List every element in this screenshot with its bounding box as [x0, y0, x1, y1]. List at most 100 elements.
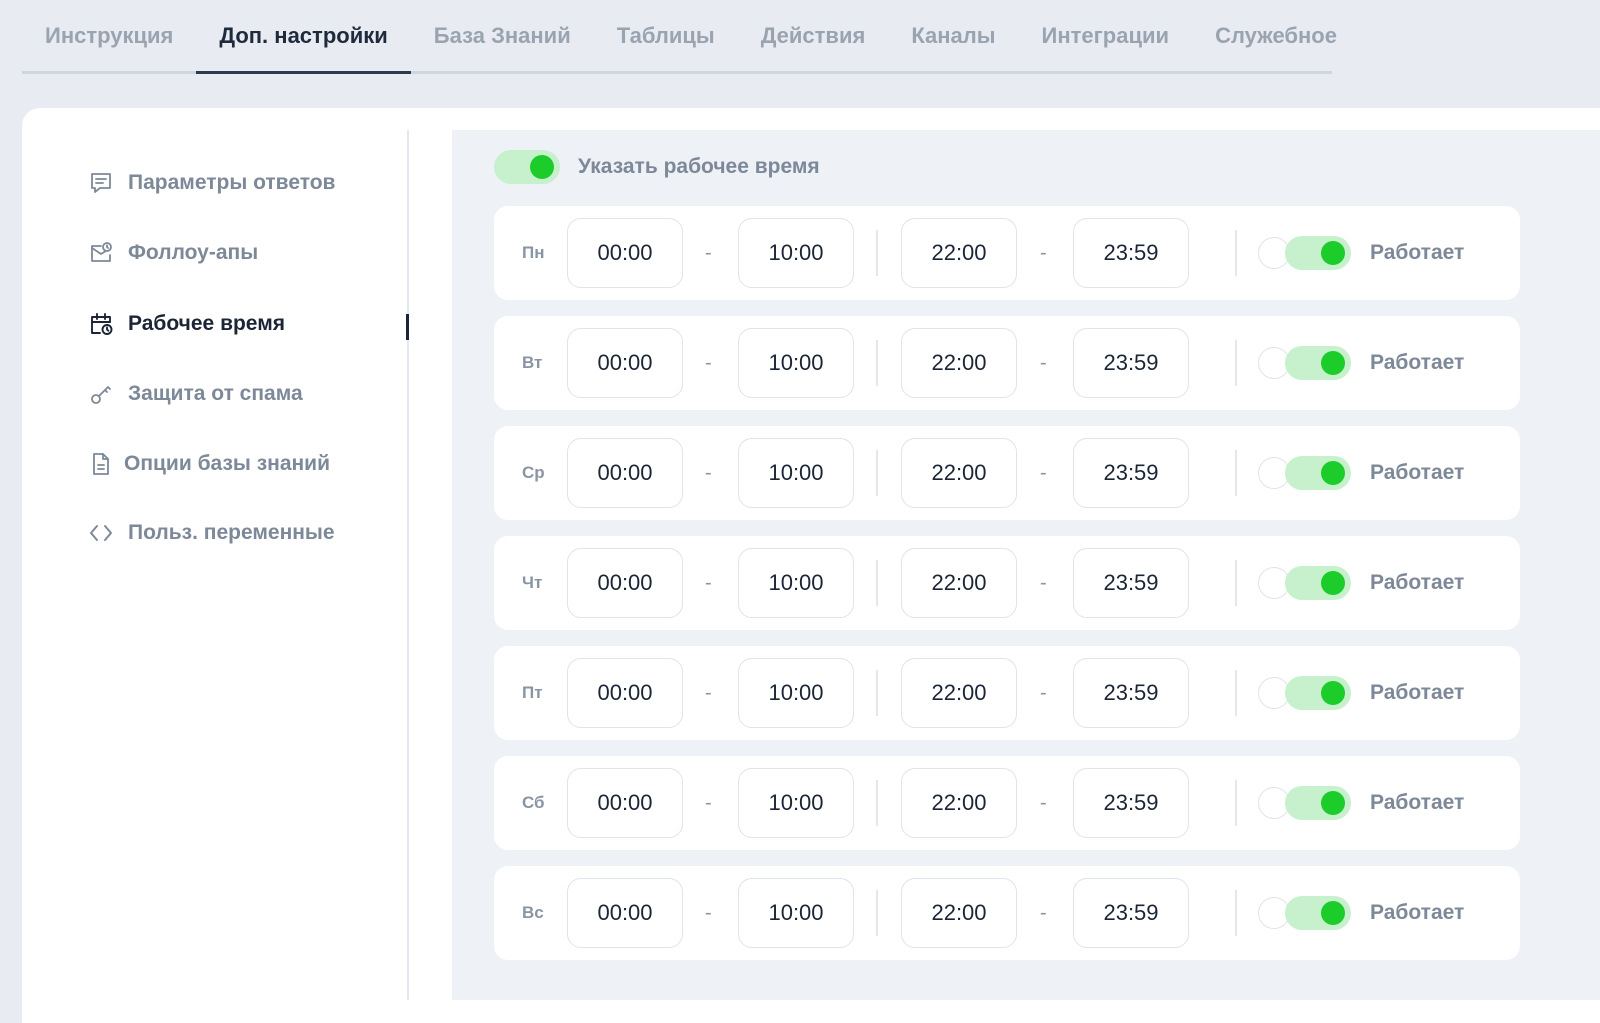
- range1-start-input[interactable]: 00:00: [567, 878, 683, 948]
- range1-end-input[interactable]: 10:00: [738, 218, 854, 288]
- range1-start-input[interactable]: 00:00: [567, 768, 683, 838]
- day-label: Пн: [522, 243, 545, 262]
- range2-end-input[interactable]: 23:59: [1073, 768, 1189, 838]
- day-row: Вс 00:00-10:00 22:00-23:59 Работает: [494, 866, 1520, 960]
- range2-start-input[interactable]: 22:00: [901, 878, 1017, 948]
- range1-end-input[interactable]: 10:00: [738, 878, 854, 948]
- tab-knowledge-base[interactable]: База Знаний: [411, 0, 594, 71]
- range2-end-input[interactable]: 23:59: [1073, 328, 1189, 398]
- working-hours-master-switch[interactable]: [494, 150, 560, 184]
- range2-start-input[interactable]: 22:00: [901, 438, 1017, 508]
- range1-start-input[interactable]: 00:00: [567, 328, 683, 398]
- day-enabled-switch[interactable]: [1285, 346, 1351, 380]
- range-dash: -: [1040, 352, 1047, 374]
- range2-end-input[interactable]: 23:59: [1073, 548, 1189, 618]
- sidebar-item-kb-options[interactable]: Опции базы знаний: [88, 451, 330, 477]
- day-enabled-switch[interactable]: [1285, 786, 1351, 820]
- range2-start-input[interactable]: 22:00: [901, 768, 1017, 838]
- status-divider: [1235, 890, 1237, 936]
- sidebar-item-spam-protection[interactable]: Защита от спама: [88, 381, 303, 407]
- range1-start-input[interactable]: 00:00: [567, 218, 683, 288]
- sidebar-item-follow-ups[interactable]: Фоллоу-апы: [88, 240, 258, 266]
- status-divider: [1235, 780, 1237, 826]
- day-status-label: Работает: [1370, 461, 1465, 484]
- sidebar-item-label: Защита от спама: [128, 382, 303, 405]
- range-divider: [876, 560, 878, 606]
- day-row: Пн 00:00-10:00 22:00-23:59 Работает: [494, 206, 1520, 300]
- day-status-label: Работает: [1370, 681, 1465, 704]
- range2-end-input[interactable]: 23:59: [1073, 218, 1189, 288]
- range-dash: -: [1040, 792, 1047, 814]
- sidebar-item-user-variables[interactable]: Польз. переменные: [88, 520, 335, 546]
- day-row: Чт 00:00-10:00 22:00-23:59 Работает: [494, 536, 1520, 630]
- mail-clock-icon: [91, 242, 112, 262]
- switch-knob: [1321, 571, 1345, 595]
- range-dash: -: [1040, 902, 1047, 924]
- range1-end-input[interactable]: 10:00: [738, 658, 854, 728]
- range-divider: [876, 230, 878, 276]
- tab-tables[interactable]: Таблицы: [594, 0, 738, 71]
- settings-sidebar: Параметры ответов Фоллоу-апы Рабочее вре…: [22, 130, 409, 1000]
- tab-actions[interactable]: Действия: [738, 0, 889, 71]
- key-icon: [91, 386, 111, 404]
- tab-bar: Инструкция Доп. настройки База Знаний Та…: [22, 0, 1337, 74]
- tab-additional-settings[interactable]: Доп. настройки: [196, 0, 412, 74]
- range1-end-input[interactable]: 10:00: [738, 328, 854, 398]
- range2-start-input[interactable]: 22:00: [901, 328, 1017, 398]
- range-dash: -: [1040, 242, 1047, 264]
- day-status-label: Работает: [1370, 791, 1465, 814]
- day-enabled-switch[interactable]: [1285, 456, 1351, 490]
- tab-channels[interactable]: Каналы: [888, 0, 1018, 71]
- message-lines-icon: [91, 173, 111, 193]
- range1-end-input[interactable]: 10:00: [738, 438, 854, 508]
- settings-card: Параметры ответов Фоллоу-апы Рабочее вре…: [22, 108, 1600, 1023]
- sidebar-item-label: Опции базы знаний: [124, 452, 331, 475]
- day-row: Ср 00:00-10:00 22:00-23:59 Работает: [494, 426, 1520, 520]
- switch-knob: [1321, 681, 1345, 705]
- range-divider: [876, 890, 878, 936]
- range2-end-input[interactable]: 23:59: [1073, 878, 1189, 948]
- switch-knob: [1321, 351, 1345, 375]
- day-label: Сб: [522, 793, 545, 812]
- sidebar-item-response-params[interactable]: Параметры ответов: [88, 170, 335, 196]
- code-brackets-icon: [90, 525, 112, 541]
- range2-end-input[interactable]: 23:59: [1073, 658, 1189, 728]
- day-enabled-switch[interactable]: [1285, 566, 1351, 600]
- working-hours-toggle-row: Указать рабочее время: [494, 150, 820, 184]
- sidebar-item-working-hours[interactable]: Рабочее время: [88, 311, 285, 337]
- range2-start-input[interactable]: 22:00: [901, 218, 1017, 288]
- day-enabled-switch[interactable]: [1285, 896, 1351, 930]
- calendar-clock-icon: [91, 313, 113, 335]
- range-dash: -: [705, 682, 712, 704]
- day-enabled-switch[interactable]: [1285, 236, 1351, 270]
- status-divider: [1235, 670, 1237, 716]
- sidebar-item-label: Рабочее время: [128, 312, 285, 335]
- range1-start-input[interactable]: 00:00: [567, 438, 683, 508]
- day-row: Пт 00:00-10:00 22:00-23:59 Работает: [494, 646, 1520, 740]
- status-divider: [1235, 560, 1237, 606]
- range2-end-input[interactable]: 23:59: [1073, 438, 1189, 508]
- tab-integrations[interactable]: Интеграции: [1019, 0, 1193, 71]
- active-item-indicator: [406, 314, 409, 340]
- switch-knob: [1321, 791, 1345, 815]
- range1-end-input[interactable]: 10:00: [738, 548, 854, 618]
- range-divider: [876, 340, 878, 386]
- day-label: Ср: [522, 463, 545, 482]
- range2-start-input[interactable]: 22:00: [901, 548, 1017, 618]
- switch-knob: [1321, 901, 1345, 925]
- sidebar-item-label: Параметры ответов: [128, 171, 336, 194]
- day-enabled-switch[interactable]: [1285, 676, 1351, 710]
- range2-start-input[interactable]: 22:00: [901, 658, 1017, 728]
- range1-start-input[interactable]: 00:00: [567, 548, 683, 618]
- range1-start-input[interactable]: 00:00: [567, 658, 683, 728]
- range1-end-input[interactable]: 10:00: [738, 768, 854, 838]
- day-status-label: Работает: [1370, 901, 1465, 924]
- tab-instruction[interactable]: Инструкция: [22, 0, 196, 71]
- tab-service[interactable]: Служебное: [1192, 0, 1360, 71]
- day-label: Вт: [522, 353, 543, 372]
- range-dash: -: [1040, 572, 1047, 594]
- range-divider: [876, 450, 878, 496]
- day-status-label: Работает: [1370, 351, 1465, 374]
- status-divider: [1235, 340, 1237, 386]
- day-label: Вс: [522, 903, 544, 922]
